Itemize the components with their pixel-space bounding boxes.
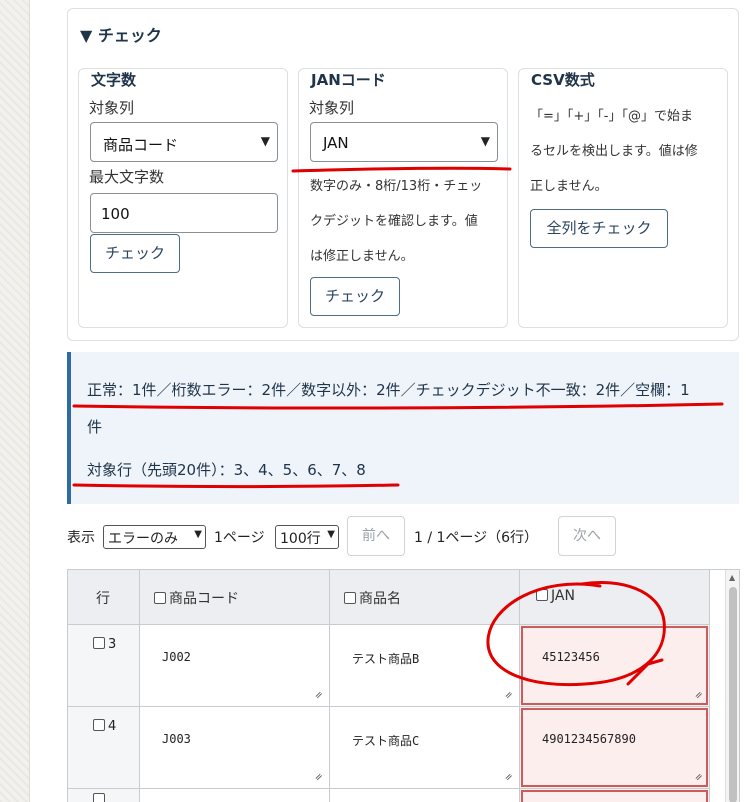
length-check-title: 文字数 xyxy=(91,71,137,89)
length-column-label: 対象列 xyxy=(89,99,135,117)
jan-desc-line: クデジットを確認します。値 xyxy=(310,214,478,229)
rows-per-page-select[interactable]: 100行 ▼ xyxy=(275,525,339,549)
table-cell-jan-error[interactable] xyxy=(520,789,710,802)
length-column-select-value: 商品コード xyxy=(103,136,179,154)
row-number: 3 xyxy=(108,637,117,652)
table-cell-code[interactable]: J003 = xyxy=(140,707,330,789)
table-cell-name[interactable] xyxy=(330,789,520,802)
scrollbar-thumb[interactable] xyxy=(729,587,737,802)
length-check-card: 文字数 対象列 商品コード ▼ 最大文字数 100 チェック xyxy=(78,68,288,328)
csv-desc-line: るセルを検出します。値は修 xyxy=(530,144,698,159)
error-highlight xyxy=(521,626,708,705)
result-summary-wrap: 件 xyxy=(87,418,103,436)
jan-check-button[interactable]: チェック xyxy=(310,277,400,316)
chevron-down-icon: ▼ xyxy=(260,134,270,148)
chevron-down-icon: ▼ xyxy=(194,529,202,540)
show-label: 表示 xyxy=(67,530,95,546)
csv-check-description: 「=」「+」「-」「@」で始ま るセルを検出します。値は修 正しません。 xyxy=(530,99,698,204)
next-page-button[interactable]: 次へ xyxy=(558,516,616,556)
jan-check-card: JANコード 対象列 JAN ▼ 数字のみ・8桁/13桁・チェッ クデジットを確… xyxy=(298,68,508,328)
table-cell-jan-error[interactable]: 45123456 = xyxy=(520,625,710,707)
resize-handle-icon[interactable]: = xyxy=(502,771,516,785)
cell-value: 45123456 xyxy=(542,650,600,664)
page-status: 1 / 1ページ（6行） xyxy=(414,530,539,546)
check-panel-toggle[interactable]: ▼ チェック xyxy=(80,22,162,46)
column-header-name: 商品名 xyxy=(330,570,520,625)
table-cell-jan-error[interactable]: 4901234567890 = xyxy=(520,707,710,789)
filter-select-value: エラーのみ xyxy=(108,531,178,547)
data-grid: 行 商品コード 商品名 JAN 3 J002 = テスト商品B = 451234… xyxy=(67,569,740,802)
pager-bar: 表示 エラーのみ ▼ 1ページ 100行 ▼ 前へ 1 / 1ページ（6行） 次… xyxy=(0,516,746,556)
rows-per-page-value: 100行 xyxy=(280,531,321,547)
length-column-select[interactable]: 商品コード ▼ xyxy=(90,122,278,162)
column-select-checkbox[interactable] xyxy=(344,592,356,604)
max-length-label: 最大文字数 xyxy=(89,168,165,186)
check-result-box: 正常：1件／桁数エラー：2件／数字以外：2件／チェックデジット不一致：2件／空欄… xyxy=(67,352,739,504)
max-length-input[interactable]: 100 xyxy=(90,193,278,233)
cell-value: テスト商品B xyxy=(352,652,420,666)
row-select-checkbox[interactable] xyxy=(93,719,105,731)
row-select-checkbox[interactable] xyxy=(93,793,105,802)
result-summary: 正常：1件／桁数エラー：2件／数字以外：2件／チェックデジット不一致：2件／空欄… xyxy=(87,381,690,399)
check-panel: ▼ チェック 文字数 対象列 商品コード ▼ 最大文字数 100 チェック JA… xyxy=(67,8,739,341)
row-number: 4 xyxy=(108,719,117,734)
column-select-checkbox[interactable] xyxy=(154,592,166,604)
resize-handle-icon[interactable]: = xyxy=(502,689,516,703)
page-label: 1ページ xyxy=(214,530,265,546)
row-number-cell xyxy=(68,789,140,802)
scroll-up-icon[interactable]: ▲ xyxy=(729,573,735,582)
column-select-checkbox[interactable] xyxy=(536,589,548,601)
jan-check-description: 数字のみ・8桁/13桁・チェッ クデジットを確認します。値 は修正しません。 xyxy=(310,169,482,274)
column-header-code-label: 商品コード xyxy=(169,591,239,607)
length-check-button[interactable]: チェック xyxy=(90,234,180,273)
column-header-name-label: 商品名 xyxy=(359,591,401,607)
jan-desc-line: は修正しません。 xyxy=(310,249,414,264)
prev-page-button[interactable]: 前へ xyxy=(347,516,405,556)
chevron-down-icon: ▼ xyxy=(327,529,335,540)
jan-column-label: 対象列 xyxy=(309,99,355,117)
result-target-rows: 対象行（先頭20件）：3、4、5、6、7、8 xyxy=(87,461,366,479)
resize-handle-icon[interactable]: = xyxy=(312,771,326,785)
cell-value: テスト商品C xyxy=(352,734,420,748)
row-number-cell: 4 xyxy=(68,707,140,789)
table-cell-name[interactable]: テスト商品C = xyxy=(330,707,520,789)
cell-value: 4901234567890 xyxy=(542,732,636,746)
csv-desc-line: 正しません。 xyxy=(530,179,608,194)
column-header-row-label: 行 xyxy=(96,591,110,607)
left-gutter xyxy=(0,0,30,802)
csv-check-title: CSV数式 xyxy=(531,71,595,89)
jan-column-select[interactable]: JAN ▼ xyxy=(310,122,498,162)
jan-desc-line: 数字のみ・8桁/13桁・チェッ xyxy=(310,179,483,194)
cell-value: J002 xyxy=(162,650,191,664)
table-cell-code[interactable] xyxy=(140,789,330,802)
cell-value: J003 xyxy=(162,732,191,746)
filter-select[interactable]: エラーのみ ▼ xyxy=(103,525,206,549)
grid-scrollbar[interactable]: ▲ xyxy=(725,570,739,802)
error-highlight xyxy=(521,790,708,802)
table-cell-code[interactable]: J002 = xyxy=(140,625,330,707)
column-header-code: 商品コード xyxy=(140,570,330,625)
column-header-jan: JAN xyxy=(520,570,710,625)
check-all-columns-button[interactable]: 全列をチェック xyxy=(530,209,668,248)
csv-check-card: CSV数式 「=」「+」「-」「@」で始ま るセルを検出します。値は修 正しませ… xyxy=(518,68,728,328)
csv-desc-line: 「=」「+」「-」「@」で始ま xyxy=(530,109,693,124)
jan-check-title: JANコード xyxy=(311,71,386,89)
row-number-cell: 3 xyxy=(68,625,140,707)
column-header-jan-label: JAN xyxy=(551,588,575,604)
resize-handle-icon[interactable]: = xyxy=(312,689,326,703)
jan-column-select-value: JAN xyxy=(323,134,349,152)
row-select-checkbox[interactable] xyxy=(93,637,105,649)
column-header-row: 行 xyxy=(68,570,140,625)
table-cell-name[interactable]: テスト商品B = xyxy=(330,625,520,707)
error-highlight xyxy=(521,708,708,787)
chevron-down-icon: ▼ xyxy=(480,134,490,148)
